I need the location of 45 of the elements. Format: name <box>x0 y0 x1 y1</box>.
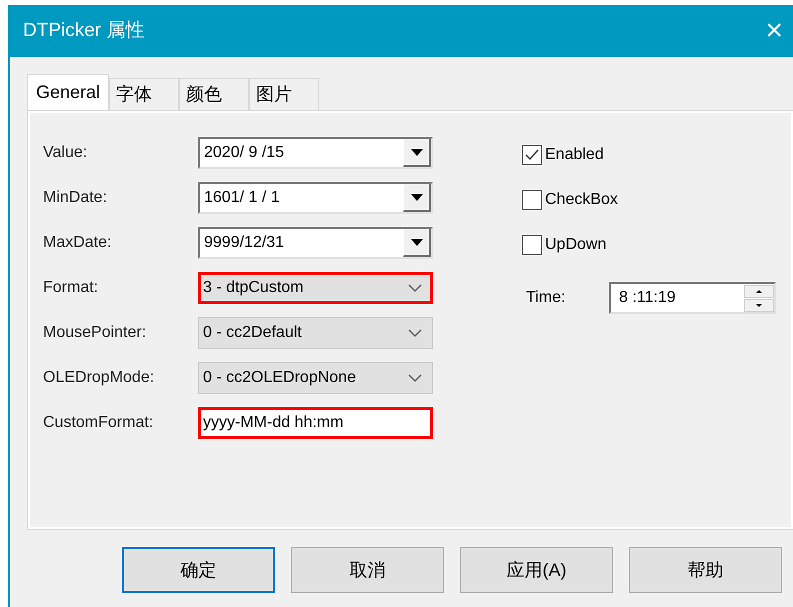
dropdown[interactable]: 3 - dtpCustom <box>198 272 433 304</box>
chevron-down-icon <box>408 329 422 337</box>
dropdown[interactable]: 0 - cc2OLEDropNone <box>198 362 433 394</box>
field-label: CustomFormat: <box>43 413 154 433</box>
field-label: Format: <box>43 278 100 298</box>
checkbox[interactable] <box>522 190 542 210</box>
caret-up-icon <box>756 290 762 292</box>
field-label: Value: <box>43 143 88 163</box>
time-field[interactable]: 8 :11:19 <box>609 282 776 314</box>
input-field[interactable]: yyyy-MM-dd hh:mm <box>198 407 433 439</box>
tab[interactable]: 字体 <box>109 78 180 110</box>
dialog-button[interactable]: 取消 <box>291 547 444 593</box>
field-label: MinDate: <box>43 188 108 208</box>
field-label: OLEDropMode: <box>43 368 156 388</box>
dialog-button[interactable]: 应用(A) <box>460 547 613 593</box>
caret-icon <box>410 238 422 246</box>
chevron-down-icon <box>408 284 422 292</box>
tab[interactable]: 颜色 <box>179 78 250 110</box>
tab[interactable]: General <box>27 74 110 110</box>
dialog-button[interactable]: 确定 <box>122 547 275 593</box>
field-label: MaxDate: <box>43 233 112 253</box>
field-label: MousePointer: <box>43 323 148 343</box>
checkbox-label: UpDown <box>545 235 606 255</box>
caret-icon <box>410 194 422 200</box>
spin-up-button[interactable] <box>744 284 774 298</box>
dialog-button[interactable]: 帮助 <box>629 547 782 593</box>
checkbox[interactable] <box>522 235 542 255</box>
tab[interactable]: 图片 <box>249 78 320 110</box>
caret-icon <box>410 148 422 156</box>
check-icon <box>525 149 539 161</box>
checkbox-label: Enabled <box>545 145 604 165</box>
chevron-down-icon <box>408 374 422 382</box>
spin-down-button[interactable] <box>744 298 774 312</box>
checkbox-label: CheckBox <box>545 190 618 210</box>
field-label: Time: <box>526 288 566 308</box>
dropdown-button[interactable] <box>403 139 431 167</box>
dropdown-button[interactable] <box>403 184 431 212</box>
dropdown[interactable]: 0 - cc2Default <box>198 317 433 349</box>
date-picker[interactable]: 1601/ 1 / 1 <box>198 182 433 214</box>
date-picker[interactable]: 9999/12/31 <box>198 227 433 259</box>
date-picker[interactable]: 2020/ 9 /15 <box>198 137 433 169</box>
window-title: DTPicker 属性 <box>23 18 144 43</box>
caret-down-icon <box>756 304 762 306</box>
dropdown-button[interactable] <box>403 229 431 257</box>
checkbox[interactable] <box>522 145 542 165</box>
